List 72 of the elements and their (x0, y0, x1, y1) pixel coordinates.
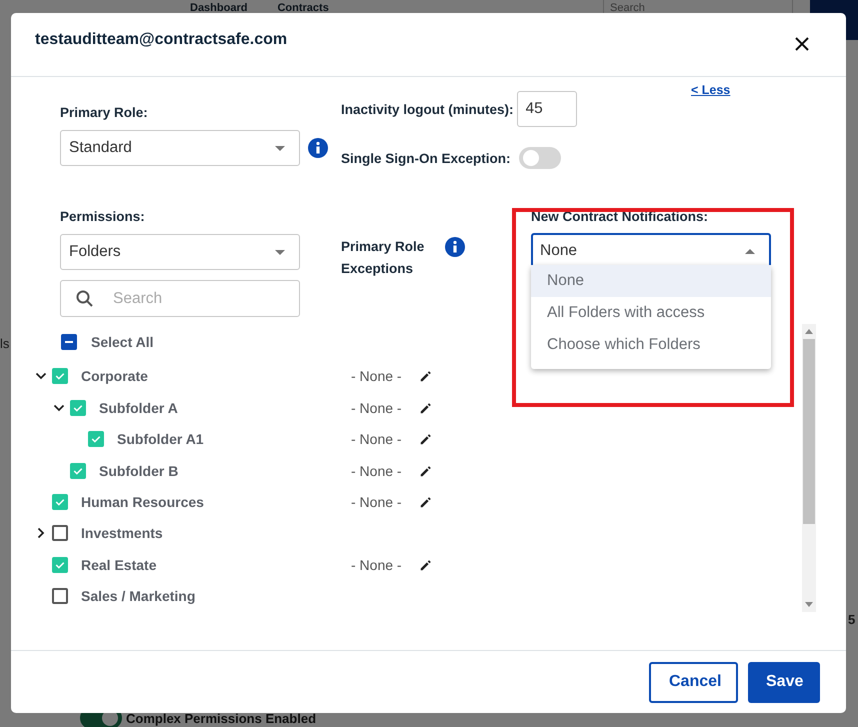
field-label: Inactivity logout (minutes): (341, 102, 514, 116)
edit-button[interactable] (419, 495, 433, 510)
dropdown[interactable]: Standard (60, 130, 300, 166)
scroll-down-icon (805, 602, 813, 607)
search-field[interactable]: Search (60, 280, 300, 317)
field-label: Single Sign-On Exception: (341, 150, 511, 166)
permission-value: - None - (351, 368, 403, 384)
less-link[interactable]: < Less (691, 83, 730, 97)
checkbox[interactable] (52, 556, 68, 573)
menu-item[interactable]: All Folders with access (531, 297, 771, 329)
edit-button[interactable] (419, 432, 433, 446)
menu-item[interactable]: Choose which Folders (531, 329, 771, 361)
number-field[interactable]: 45 (516, 91, 577, 127)
folder-name: Subfolder A (99, 400, 178, 416)
menu-item[interactable]: None (531, 265, 771, 297)
caret-icon (275, 250, 285, 254)
pencil-icon (419, 400, 433, 415)
edit-button[interactable] (419, 464, 433, 478)
chevron-right-icon (35, 527, 47, 540)
permission-value: - None - (351, 462, 403, 479)
info-icon (445, 237, 465, 257)
folder-name: Corporate (81, 368, 148, 384)
checkbox[interactable] (61, 334, 77, 350)
dialog-title: testauditteam@contractsafe.com (35, 30, 288, 48)
folder-name: Human Resources (81, 494, 204, 510)
checkbox[interactable] (88, 431, 104, 448)
save-button[interactable]: Save (748, 662, 820, 702)
nav-link[interactable]: Contracts (277, 2, 329, 14)
caret-icon (745, 248, 755, 254)
scroll-up-icon (805, 329, 813, 334)
folder-name: Subfolder A1 (117, 431, 204, 448)
folder-name: Investments (81, 525, 163, 542)
field-label: New Contract Notifications: (531, 209, 708, 224)
permission-value: - None - (351, 431, 403, 448)
dropdown[interactable]: Folders (60, 234, 300, 270)
table-value: 5 (848, 612, 856, 627)
caret-icon (275, 146, 285, 150)
permission-value: - None - (351, 494, 403, 510)
pencil-icon (419, 369, 433, 384)
folder-name: Sales / Marketing (81, 588, 196, 604)
nav-link[interactable]: Dashboard (190, 2, 248, 14)
field-label: Primary Role: (60, 105, 149, 120)
permission-value: - None - (351, 556, 403, 573)
pencil-icon (419, 558, 433, 572)
pencil-icon (419, 432, 433, 446)
info-icon (308, 138, 328, 158)
edit-button[interactable] (419, 369, 433, 384)
search-icon (76, 290, 93, 307)
expand-toggle[interactable] (35, 527, 47, 540)
cancel-button[interactable]: Cancel (649, 662, 738, 702)
close-icon (794, 36, 810, 52)
field-label: Primary Role Exceptions (341, 238, 426, 278)
checkbox-label: Select All (91, 334, 154, 350)
field-label: Permissions: (60, 209, 146, 224)
pencil-icon (419, 464, 433, 478)
folder-name: Real Estate (81, 556, 156, 573)
toggle-switch[interactable] (518, 147, 561, 169)
side-text: ls (0, 336, 10, 351)
checkbox[interactable] (70, 462, 86, 479)
scrollbar[interactable] (802, 324, 816, 612)
permission-value: - None - (351, 400, 403, 416)
pencil-icon (419, 495, 433, 510)
checkbox[interactable] (52, 588, 68, 604)
checkbox[interactable] (70, 400, 86, 416)
checkbox[interactable] (52, 525, 68, 542)
checkbox[interactable] (52, 494, 68, 510)
edit-button[interactable] (419, 558, 433, 572)
folder-name: Subfolder B (99, 462, 178, 479)
scroll-thumb[interactable] (803, 339, 815, 524)
checkbox[interactable] (52, 368, 68, 384)
toggle-label: Complex Permissions Enabled (126, 710, 316, 726)
edit-button[interactable] (419, 400, 433, 415)
